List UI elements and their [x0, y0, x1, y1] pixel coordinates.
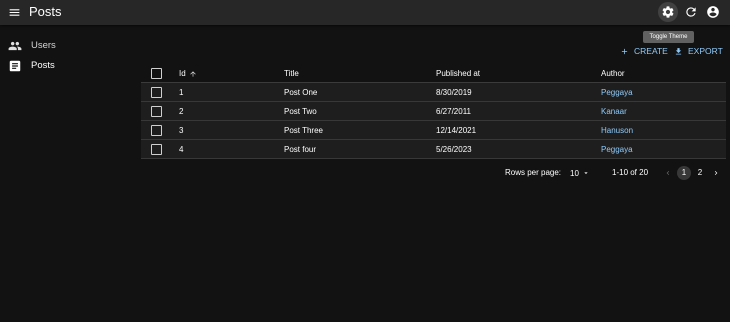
page-1-button[interactable]: 1 [677, 166, 691, 180]
author-link[interactable]: Peggaya [601, 87, 633, 98]
cell-published-at: 6/27/2011 [436, 107, 471, 116]
cell-published-at: 5/26/2023 [436, 145, 472, 154]
cell-published-at: 8/30/2019 [436, 88, 472, 97]
table-row[interactable]: 4 Post four 5/26/2023 Peggaya [141, 140, 726, 159]
cell-title: Post One [284, 88, 318, 97]
row-checkbox[interactable] [151, 125, 162, 136]
cell-id: 3 [179, 126, 184, 135]
row-checkbox[interactable] [151, 87, 162, 98]
cell-title: Post Two [284, 107, 317, 116]
book-icon [8, 59, 22, 73]
column-header-author[interactable]: Author [601, 68, 625, 79]
export-label: EXPORT [688, 46, 723, 56]
create-button[interactable]: CREATE [620, 45, 668, 57]
page-2-button[interactable]: 2 [693, 166, 707, 180]
sidebar-item-label: Users [31, 40, 56, 51]
table-header-row: Id Title Published at Author [141, 63, 726, 83]
app-bar: Posts [0, 0, 730, 25]
cell-id: 4 [179, 145, 184, 154]
export-button[interactable]: EXPORT [674, 45, 723, 57]
menu-icon[interactable] [8, 6, 21, 19]
cell-title: Post four [284, 145, 317, 154]
table-row[interactable]: 1 Post One 8/30/2019 Peggaya [141, 83, 726, 102]
plus-icon [621, 48, 628, 54]
toggle-theme-tooltip: Toggle Theme [643, 31, 694, 43]
cell-title: Post Three [284, 126, 323, 135]
account-circle-icon[interactable] [706, 5, 720, 19]
pagination-range: 1-10 of 20 [612, 168, 649, 177]
refresh-icon[interactable] [684, 5, 698, 19]
caret-down-icon [584, 172, 588, 174]
create-label: CREATE [634, 46, 668, 56]
chevron-left-icon[interactable] [664, 168, 672, 178]
table-row[interactable]: 2 Post Two 6/27/2011 Kanaar [141, 102, 726, 121]
table-row[interactable]: 3 Post Three 12/14/2021 Hanuson [141, 121, 726, 140]
row-checkbox[interactable] [151, 144, 162, 155]
rows-per-page-label: Rows per page: [505, 168, 562, 177]
cell-id: 2 [179, 107, 184, 116]
chevron-right-icon[interactable] [712, 168, 720, 178]
download-icon [675, 47, 682, 54]
rows-per-page-value: 10 [570, 168, 579, 178]
gear-icon[interactable] [661, 5, 675, 19]
cell-id: 1 [179, 88, 184, 97]
sidebar-item-label: Posts [31, 60, 55, 71]
column-header-published-at[interactable]: Published at [436, 68, 480, 79]
column-header-id[interactable]: Id [179, 68, 197, 79]
column-header-title[interactable]: Title [284, 68, 299, 79]
rows-per-page-select[interactable]: 10 [570, 166, 594, 180]
author-link[interactable]: Peggaya [601, 144, 633, 155]
arrow-up-icon [190, 71, 196, 77]
select-all-checkbox[interactable] [151, 68, 162, 79]
sidebar-item-posts[interactable]: Posts [0, 57, 130, 75]
cell-published-at: 12/14/2021 [436, 126, 477, 135]
app-title: Posts [29, 4, 62, 19]
people-icon [8, 39, 22, 53]
row-checkbox[interactable] [151, 106, 162, 117]
author-link[interactable]: Hanuson [601, 125, 633, 136]
sidebar-item-users[interactable]: Users [0, 37, 130, 55]
author-link[interactable]: Kanaar [601, 106, 627, 117]
